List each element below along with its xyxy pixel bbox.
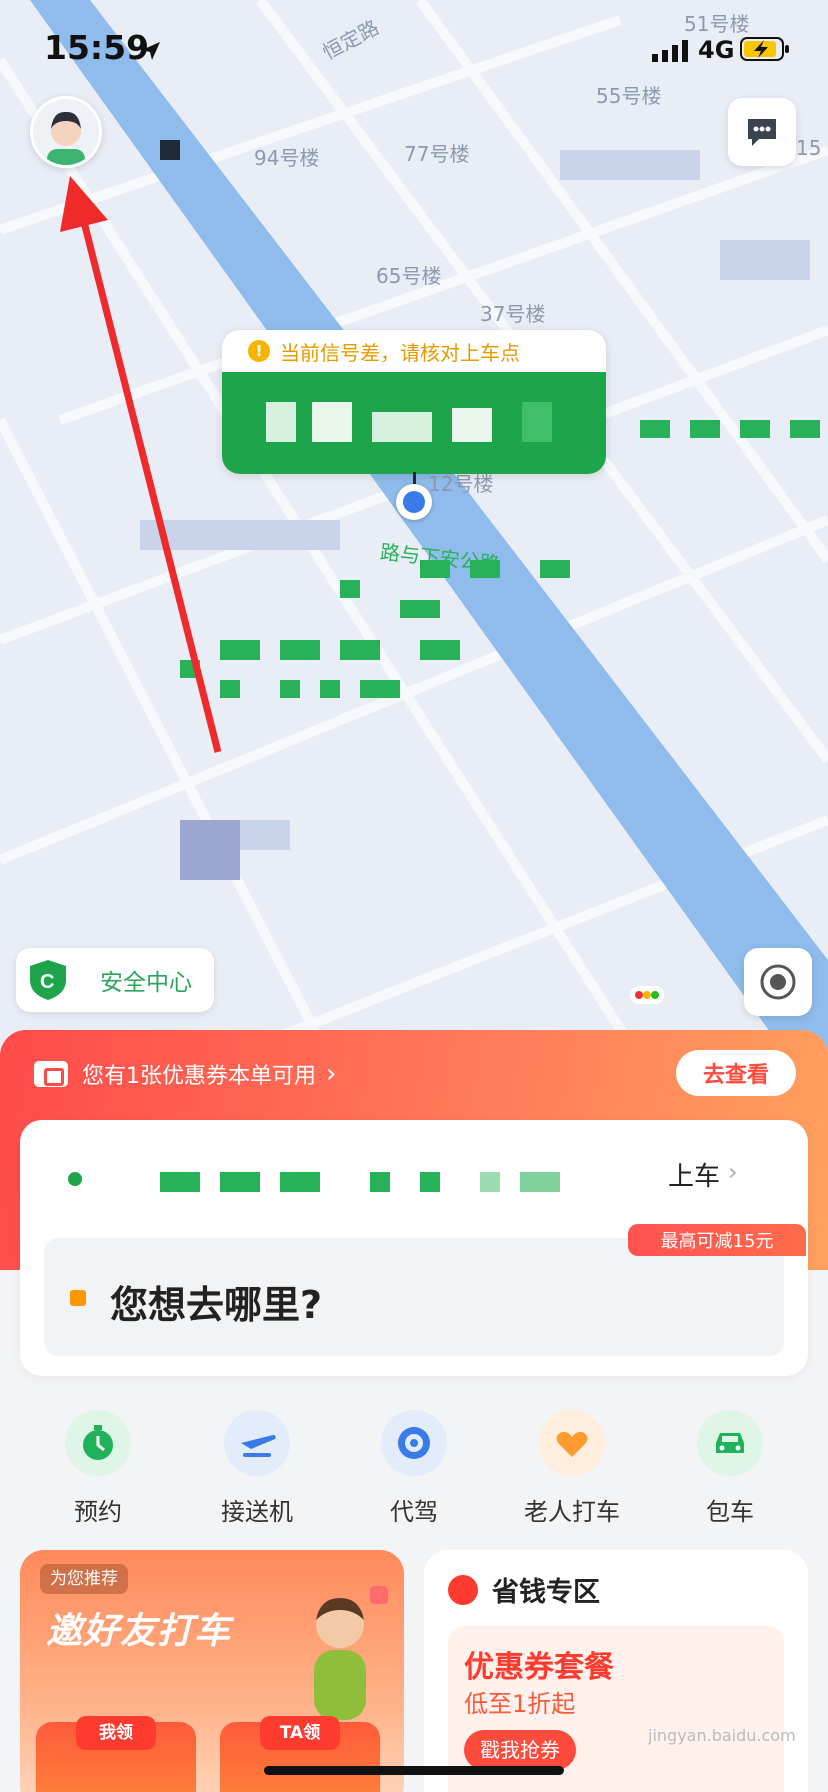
home-indicator[interactable] (264, 1766, 564, 1775)
annotation-arrow (60, 176, 222, 753)
